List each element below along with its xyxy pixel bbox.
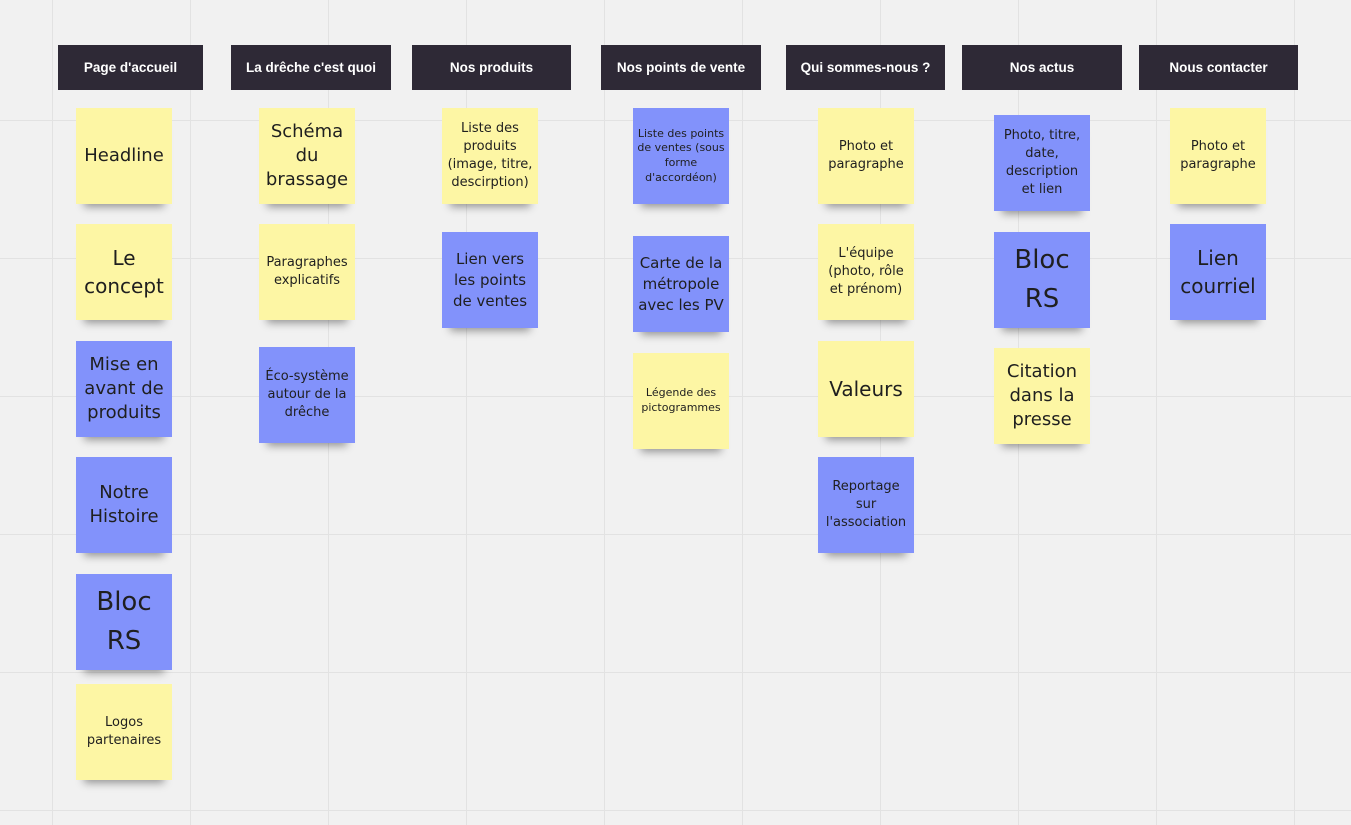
sticky-note[interactable]: Valeurs xyxy=(818,341,914,437)
sticky-note[interactable]: Citation dans la presse xyxy=(994,348,1090,444)
sticky-note-text: Lien courriel xyxy=(1180,246,1256,298)
sticky-note-text: Carte de la métropole avec les PV xyxy=(638,253,724,314)
sticky-note[interactable]: Légende des pictogrammes xyxy=(633,353,729,449)
sticky-note-text: Mise en avant de produits xyxy=(84,353,164,424)
sticky-note-text: Liste des points de ventes (sous forme d… xyxy=(637,126,725,184)
sticky-note[interactable]: Reportage sur l'association xyxy=(818,457,914,553)
sticky-note-text: Liste des produits (image, titre, descir… xyxy=(447,120,533,191)
header-nos-points-de-vente[interactable]: Nos points de vente xyxy=(601,45,761,90)
sticky-note-text: Lien vers les points de ventes xyxy=(452,249,528,310)
sticky-note[interactable]: Lien vers les points de ventes xyxy=(442,232,538,328)
sticky-note[interactable]: Éco-système autour de la drêche xyxy=(259,347,355,443)
sticky-note-text: Bloc RS xyxy=(96,587,152,656)
sticky-note-text: Schéma du brassage xyxy=(265,120,349,191)
sticky-note-text: Éco-système autour de la drêche xyxy=(265,368,349,421)
sticky-note[interactable]: Le concept xyxy=(76,224,172,320)
sticky-note-text: Photo, titre, date, description et lien xyxy=(1003,127,1081,198)
sticky-note[interactable]: Bloc RS xyxy=(994,232,1090,328)
sticky-note[interactable]: Notre Histoire xyxy=(76,457,172,553)
sticky-note[interactable]: Lien courriel xyxy=(1170,224,1266,320)
header-la-dreche[interactable]: La drêche c'est quoi xyxy=(231,45,391,90)
header-nos-actus[interactable]: Nos actus xyxy=(962,45,1122,90)
sticky-note-text: Valeurs xyxy=(829,377,903,401)
sticky-note[interactable]: Paragraphes explicatifs xyxy=(259,224,355,320)
sticky-note-text: Reportage sur l'association xyxy=(825,478,907,531)
sticky-note[interactable]: Liste des produits (image, titre, descir… xyxy=(442,108,538,204)
sticky-note[interactable]: Photo, titre, date, description et lien xyxy=(994,115,1090,211)
whiteboard-canvas[interactable]: Page d'accueil La drêche c'est quoi Nos … xyxy=(0,0,1351,825)
sticky-note[interactable]: Liste des points de ventes (sous forme d… xyxy=(633,108,729,204)
sticky-note[interactable]: L'équipe (photo, rôle et prénom) xyxy=(818,224,914,320)
header-nos-produits[interactable]: Nos produits xyxy=(412,45,571,90)
sticky-note[interactable]: Bloc RS xyxy=(76,574,172,670)
sticky-note-text: Photo et paragraphe xyxy=(1180,138,1256,172)
sticky-note[interactable]: Photo et paragraphe xyxy=(1170,108,1266,204)
sticky-note[interactable]: Logos partenaires xyxy=(76,684,172,780)
sticky-note[interactable]: Carte de la métropole avec les PV xyxy=(633,236,729,332)
header-nous-contacter[interactable]: Nous contacter xyxy=(1139,45,1298,90)
sticky-note-text: Headline xyxy=(84,144,164,166)
sticky-note-text: Logos partenaires xyxy=(86,714,162,748)
sticky-note-text: Le concept xyxy=(84,246,164,298)
sticky-note-text: Paragraphes explicatifs xyxy=(266,254,348,288)
sticky-note[interactable]: Mise en avant de produits xyxy=(76,341,172,437)
sticky-note-text: Légende des pictogrammes xyxy=(641,386,721,414)
sticky-note-text: Photo et paragraphe xyxy=(828,138,904,172)
sticky-note[interactable]: Photo et paragraphe xyxy=(818,108,914,204)
sticky-note[interactable]: Headline xyxy=(76,108,172,204)
sticky-note[interactable]: Schéma du brassage xyxy=(259,108,355,204)
sticky-note-text: L'équipe (photo, rôle et prénom) xyxy=(828,245,904,298)
header-page-accueil[interactable]: Page d'accueil xyxy=(58,45,203,90)
sticky-note-text: Bloc RS xyxy=(1014,245,1070,314)
sticky-note-text: Citation dans la presse xyxy=(1006,360,1078,431)
sticky-note-text: Notre Histoire xyxy=(89,481,159,527)
header-qui-sommes-nous[interactable]: Qui sommes-nous ? xyxy=(786,45,945,90)
